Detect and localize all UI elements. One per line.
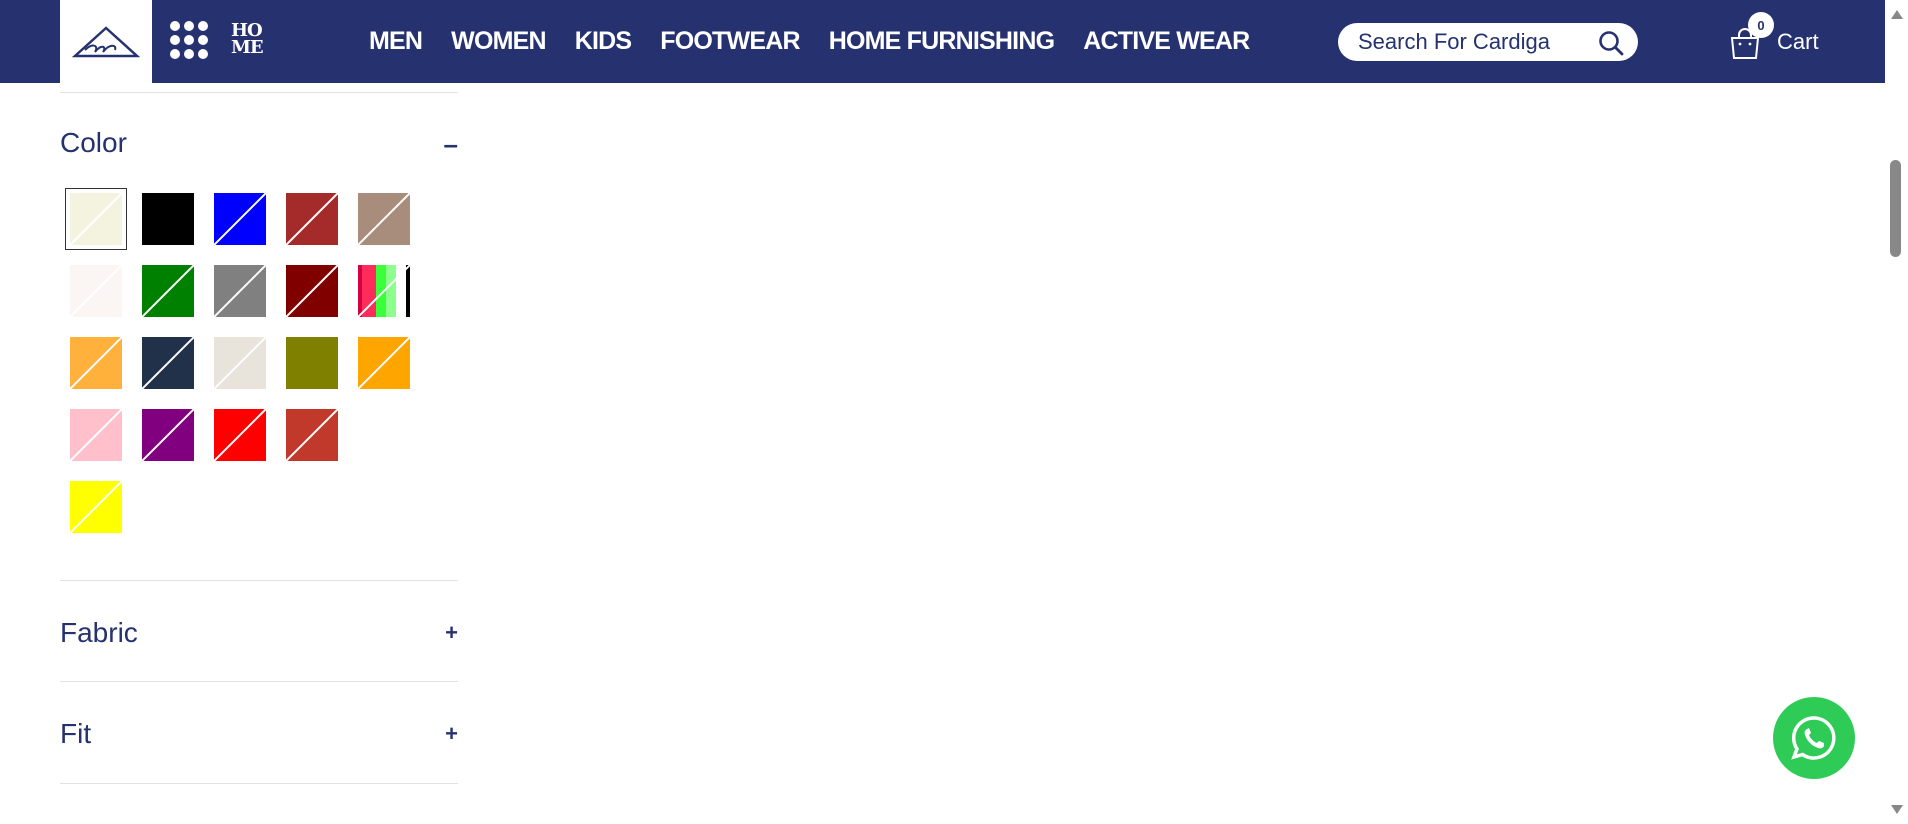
color-swatch[interactable] — [214, 193, 266, 245]
nav-footwear[interactable]: FOOTWEAR — [660, 27, 800, 56]
color-swatch[interactable] — [358, 265, 410, 317]
scroll-up-arrow-icon[interactable] — [1891, 10, 1903, 19]
home-logo[interactable]: HO ME — [231, 22, 264, 58]
color-filter-title: Color — [60, 127, 127, 158]
color-swatch[interactable] — [358, 193, 410, 245]
main-nav: MEN WOMEN KIDS FOOTWEAR HOME FURNISHING … — [369, 0, 1278, 83]
search-icon[interactable] — [1598, 30, 1624, 56]
divider — [60, 783, 458, 784]
nav-men[interactable]: MEN — [369, 27, 423, 56]
color-swatch[interactable] — [286, 265, 338, 317]
cart-label: Cart — [1777, 29, 1819, 54]
brand-logo[interactable] — [60, 0, 152, 83]
scroll-thumb[interactable] — [1890, 160, 1901, 257]
fabric-filter-title: Fabric — [60, 617, 138, 648]
cart-button[interactable]: 0 Cart — [1728, 12, 1858, 72]
whatsapp-chat-button[interactable] — [1773, 697, 1855, 779]
color-swatch[interactable] — [214, 409, 266, 461]
color-swatch[interactable] — [286, 337, 338, 389]
fabric-filter-header[interactable]: Fabric + — [60, 580, 458, 680]
color-swatch[interactable] — [70, 409, 122, 461]
collapse-toggle[interactable]: – — [444, 129, 458, 160]
color-swatch[interactable] — [286, 193, 338, 245]
color-swatch[interactable] — [286, 409, 338, 461]
home-logo-bottom: ME — [231, 37, 264, 58]
search-box — [1338, 23, 1638, 61]
color-swatch[interactable] — [142, 193, 194, 245]
color-swatch[interactable] — [65, 188, 127, 250]
top-nav-bar: HO ME MEN WOMEN KIDS FOOTWEAR HOME FURNI… — [0, 0, 1885, 83]
fit-filter-title: Fit — [60, 718, 92, 749]
scroll-down-arrow-icon[interactable] — [1891, 805, 1903, 814]
apps-grid-icon[interactable] — [170, 21, 208, 59]
color-swatch[interactable] — [142, 337, 194, 389]
nav-active-wear[interactable]: ACTIVE WEAR — [1083, 27, 1250, 56]
vertical-scrollbar[interactable] — [1885, 0, 1908, 824]
color-swatch[interactable] — [214, 337, 266, 389]
color-swatch[interactable] — [142, 265, 194, 317]
nav-kids[interactable]: KIDS — [575, 27, 632, 56]
cart-count-badge: 0 — [1748, 12, 1774, 38]
nav-women[interactable]: WOMEN — [451, 27, 546, 56]
color-swatch[interactable] — [70, 337, 122, 389]
whatsapp-icon — [1791, 716, 1836, 760]
color-swatch[interactable] — [70, 265, 122, 317]
nav-home-furnishing[interactable]: HOME FURNISHING — [829, 27, 1055, 56]
expand-toggle[interactable]: + — [445, 620, 458, 646]
expand-toggle[interactable]: + — [445, 721, 458, 747]
color-swatch[interactable] — [142, 409, 194, 461]
fit-filter-header[interactable]: Fit + — [60, 681, 458, 781]
color-swatch[interactable] — [70, 481, 122, 533]
color-filter-header[interactable]: Color – — [60, 83, 458, 183]
color-swatch[interactable] — [358, 409, 410, 461]
color-swatch[interactable] — [358, 337, 410, 389]
color-swatch[interactable] — [214, 265, 266, 317]
search-input[interactable] — [1358, 28, 1588, 56]
